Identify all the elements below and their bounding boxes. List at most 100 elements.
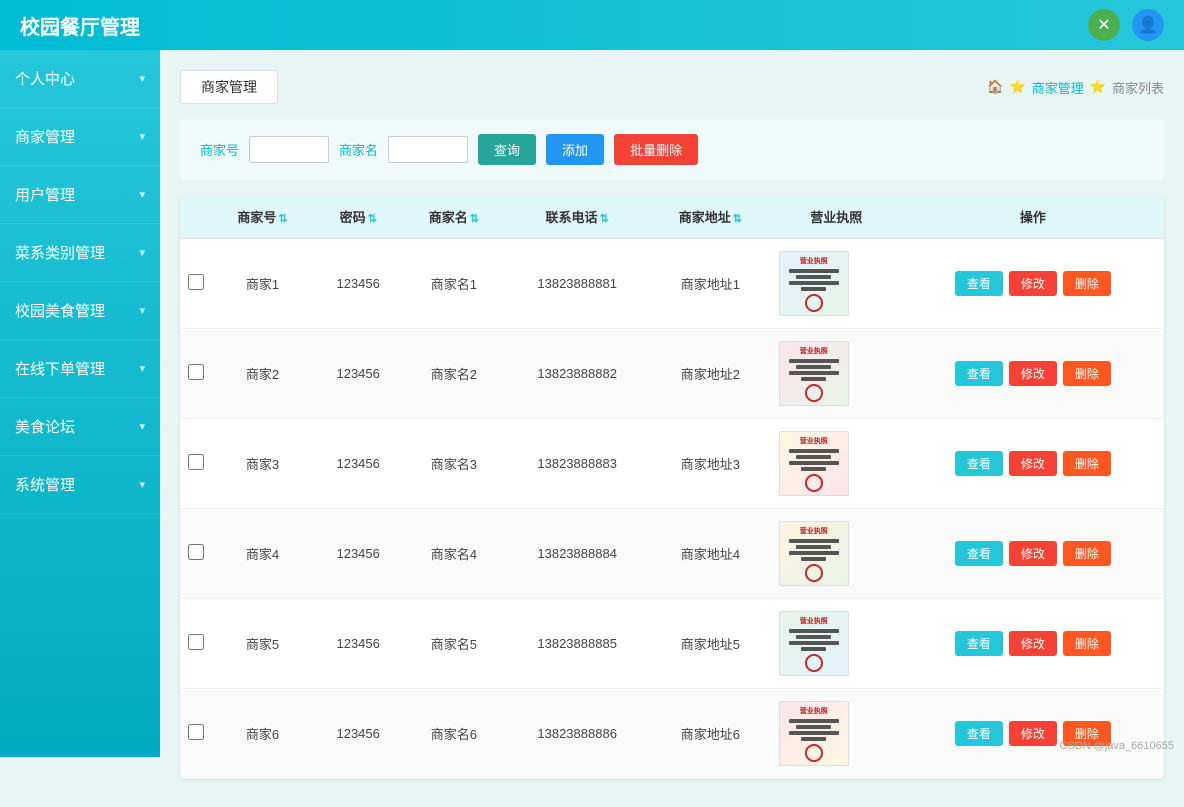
- row-license-1: [771, 329, 902, 419]
- row-checkbox-3[interactable]: [188, 544, 204, 560]
- sidebar-item-campus-food[interactable]: 校园美食管理 ▾: [0, 282, 160, 340]
- refresh-button[interactable]: ✕: [1088, 9, 1120, 41]
- row-id-4: 商家5: [212, 599, 313, 689]
- row-name-1: 商家名2: [403, 329, 504, 419]
- view-button-3[interactable]: 查看: [955, 541, 1003, 566]
- delete-button-1[interactable]: 删除: [1063, 361, 1111, 386]
- row-phone-3: 13823888884: [504, 509, 650, 599]
- edit-button-5[interactable]: 修改: [1009, 721, 1057, 746]
- sidebar-item-user[interactable]: 用户管理 ▾: [0, 166, 160, 224]
- sidebar-label-cuisine-category: 菜系类别管理: [15, 242, 105, 263]
- sidebar-item-system[interactable]: 系统管理 ▾: [0, 456, 160, 514]
- chevron-down-icon-5: ▾: [139, 362, 145, 375]
- edit-button-0[interactable]: 修改: [1009, 271, 1057, 296]
- delete-button-4[interactable]: 删除: [1063, 631, 1111, 656]
- lic-seal: [805, 564, 823, 582]
- chevron-down-icon-2: ▾: [139, 188, 145, 201]
- row-password-3: 123456: [313, 509, 404, 599]
- delete-button-0[interactable]: 删除: [1063, 271, 1111, 296]
- row-checkbox-4[interactable]: [188, 634, 204, 650]
- row-checkbox-5[interactable]: [188, 724, 204, 740]
- row-license-3: [771, 509, 902, 599]
- chevron-down-icon-1: ▾: [139, 130, 145, 143]
- batch-delete-button[interactable]: 批量删除: [614, 134, 698, 165]
- license-image-4: [779, 611, 849, 676]
- row-name-0: 商家名1: [403, 239, 504, 329]
- row-checkbox-cell: [180, 329, 212, 419]
- sidebar-item-personal[interactable]: 个人中心 ▾: [0, 50, 160, 108]
- edit-button-2[interactable]: 修改: [1009, 451, 1057, 476]
- lic-bar-4: [801, 557, 826, 561]
- lic-seal: [805, 654, 823, 672]
- th-license: 营业执照: [771, 195, 902, 239]
- table-row: 商家4 123456 商家名4 13823888884 商家地址4 查看 修改 …: [180, 509, 1164, 599]
- th-address: 商家地址⇅: [650, 195, 771, 239]
- breadcrumb-merchant[interactable]: 商家管理: [1032, 78, 1084, 97]
- row-id-2: 商家3: [212, 419, 313, 509]
- lic-bar-3: [789, 281, 839, 285]
- merchant-id-input[interactable]: [249, 136, 329, 163]
- lic-bar-3: [789, 641, 839, 645]
- edit-button-4[interactable]: 修改: [1009, 631, 1057, 656]
- lic-seal: [805, 294, 823, 312]
- row-address-3: 商家地址4: [650, 509, 771, 599]
- star-icon-1: ⭐: [1010, 79, 1026, 95]
- delete-button-2[interactable]: 删除: [1063, 451, 1111, 476]
- lic-bar-2: [796, 725, 831, 729]
- row-ops-0: 查看 修改 删除: [902, 239, 1164, 329]
- sidebar-label-order: 在线下单管理: [15, 358, 105, 379]
- ops-group-1: 查看 修改 删除: [910, 361, 1156, 386]
- chevron-down-icon-3: ▾: [139, 246, 145, 259]
- edit-button-1[interactable]: 修改: [1009, 361, 1057, 386]
- sidebar-item-merchant[interactable]: 商家管理 ▾: [0, 108, 160, 166]
- merchant-table-container: 商家号⇅ 密码⇅ 商家名⇅ 联系电话⇅ 商家地址⇅ 营业执照 操作 商家1 12…: [180, 195, 1164, 779]
- lic-bar-3: [789, 551, 839, 555]
- lic-seal: [805, 474, 823, 492]
- breadcrumb-separator: ⭐: [1090, 79, 1106, 95]
- lic-bar-1: [789, 719, 839, 723]
- ops-group-2: 查看 修改 删除: [910, 451, 1156, 476]
- view-button-2[interactable]: 查看: [955, 451, 1003, 476]
- ops-group-0: 查看 修改 删除: [910, 271, 1156, 296]
- view-button-5[interactable]: 查看: [955, 721, 1003, 746]
- chevron-down-icon-6: ▾: [139, 420, 145, 433]
- row-checkbox-cell: [180, 509, 212, 599]
- row-password-1: 123456: [313, 329, 404, 419]
- edit-button-3[interactable]: 修改: [1009, 541, 1057, 566]
- merchant-id-label: 商家号: [200, 140, 239, 159]
- view-button-0[interactable]: 查看: [955, 271, 1003, 296]
- row-checkbox-cell: [180, 419, 212, 509]
- row-checkbox-0[interactable]: [188, 274, 204, 290]
- sidebar-item-order[interactable]: 在线下单管理 ▾: [0, 340, 160, 398]
- th-operations: 操作: [902, 195, 1164, 239]
- add-button[interactable]: 添加: [546, 134, 604, 165]
- sidebar-label-campus-food: 校园美食管理: [15, 300, 105, 321]
- lic-bar-1: [789, 449, 839, 453]
- row-license-0: [771, 239, 902, 329]
- lic-bar-4: [801, 647, 826, 651]
- search-button[interactable]: 查询: [478, 134, 536, 165]
- th-password: 密码⇅: [313, 195, 404, 239]
- lic-bar-2: [796, 455, 831, 459]
- header: 校园餐厅管理 ✕ 👤: [0, 0, 1184, 50]
- row-id-0: 商家1: [212, 239, 313, 329]
- row-address-4: 商家地址5: [650, 599, 771, 689]
- th-checkbox: [180, 195, 212, 239]
- sidebar-item-forum[interactable]: 美食论坛 ▾: [0, 398, 160, 456]
- row-id-5: 商家6: [212, 689, 313, 779]
- view-button-1[interactable]: 查看: [955, 361, 1003, 386]
- chevron-down-icon-0: ▾: [139, 72, 145, 85]
- view-button-4[interactable]: 查看: [955, 631, 1003, 656]
- delete-button-3[interactable]: 删除: [1063, 541, 1111, 566]
- row-checkbox-2[interactable]: [188, 454, 204, 470]
- lic-bar-2: [796, 365, 831, 369]
- breadcrumb-list: 商家列表: [1112, 78, 1164, 97]
- row-license-5: [771, 689, 902, 779]
- sidebar-item-cuisine-category[interactable]: 菜系类别管理 ▾: [0, 224, 160, 282]
- row-name-5: 商家名6: [403, 689, 504, 779]
- ops-group-4: 查看 修改 删除: [910, 631, 1156, 656]
- row-checkbox-1[interactable]: [188, 364, 204, 380]
- user-button[interactable]: 👤: [1132, 9, 1164, 41]
- merchant-name-input[interactable]: [388, 136, 468, 163]
- ops-group-3: 查看 修改 删除: [910, 541, 1156, 566]
